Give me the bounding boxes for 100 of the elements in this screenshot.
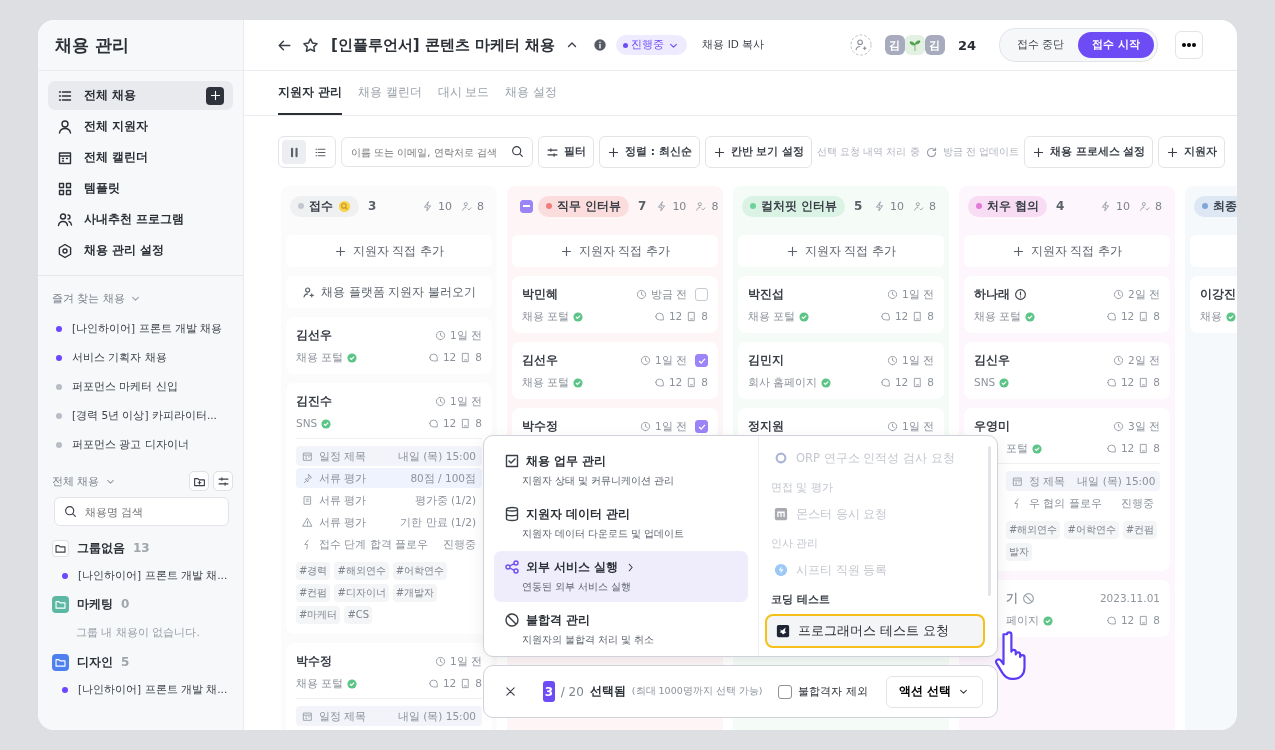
search-field[interactable]: 채용명 검색: [54, 497, 229, 526]
job-item[interactable]: [나인하이어] 프론트 개발 채...: [52, 676, 233, 704]
person-check-icon: [695, 200, 707, 212]
verified-icon: [821, 377, 832, 388]
source-label: 채용 포털: [522, 310, 570, 323]
card-checkbox[interactable]: [695, 420, 708, 433]
applicant-button[interactable]: 지원자: [1158, 136, 1226, 168]
reception-button[interactable]: 접수 시작: [1078, 32, 1154, 58]
nav-item[interactable]: 전체 지원자: [48, 112, 233, 141]
file-count: 8: [475, 351, 482, 364]
favorite-job-item[interactable]: 서비스 기획자 채용: [52, 343, 233, 372]
filter-button[interactable]: [213, 471, 233, 491]
group-heading: 코딩 테스트: [770, 592, 831, 607]
clock-icon: [434, 396, 446, 407]
detail-value: 내일 (목) 15:00: [397, 449, 476, 463]
verified-icon: [573, 377, 584, 388]
applicant-card[interactable]: 박수정 1일 전 채용 포털 12 8 일정 제목 내일 (목) 15:00: [286, 643, 492, 730]
comment-count: 12: [1120, 310, 1135, 323]
info-icon[interactable]: [593, 38, 608, 52]
sort-button[interactable]: 정렬 : 최신순: [599, 136, 700, 168]
favorite-job-item[interactable]: [나인하이어] 프론트 개발 채용: [52, 314, 233, 343]
applicant-card[interactable]: 김선우 1일 전 채용 포털 12 8: [286, 317, 492, 374]
stat-count: 10: [890, 199, 904, 213]
tag: #해외연수: [334, 562, 389, 580]
select-all-checkbox[interactable]: [520, 199, 533, 213]
action-select-button[interactable]: 액션 선택: [886, 675, 983, 708]
status-dropdown[interactable]: 진행중: [616, 35, 688, 55]
import-applicant-button[interactable]: 채용 플랫폼 지원자 불러오기: [286, 276, 492, 308]
copy-id-link[interactable]: 채용 ID 복사: [702, 38, 765, 52]
menu-item[interactable]: 지원자 데이터 관리 지원자 데이터 다운로드 및 업데이트: [494, 498, 748, 549]
favorite-job-item[interactable]: [경력 5년 이상] 카피라이터...: [52, 401, 233, 430]
applicant-card[interactable]: 김신우 2일 전 SNS 12 8: [964, 342, 1170, 399]
source-label: SNS: [974, 376, 996, 389]
menu-item[interactable]: 불합격 관리 지원자의 불합격 처리 및 취소: [494, 604, 748, 655]
applicant-card[interactable]: 김민지 1일 전 회사 홈페이지 12 8: [738, 342, 944, 399]
search-field[interactable]: 이름 또는 이메일, 연락처로 검색: [341, 137, 533, 167]
tag: #경력: [296, 562, 331, 580]
nav-item[interactable]: 채용 관리 설정: [48, 236, 233, 265]
service-item[interactable]: 프로그래머스 테스트 요청: [765, 614, 985, 648]
more-button[interactable]: [1175, 31, 1203, 59]
clock-icon: [1112, 355, 1124, 366]
status-dot: [62, 687, 68, 693]
avatar: 김: [924, 35, 945, 55]
star-icon[interactable]: [302, 36, 319, 54]
time-label: 2일 전: [1127, 354, 1160, 367]
add-applicant-button[interactable]: 지원자 직접 추가: [738, 235, 944, 267]
refresh-icon[interactable]: [924, 145, 938, 159]
applicant-card[interactable]: 하나래 2일 전 채용 포털 12 8: [964, 276, 1170, 333]
favorite-job-item[interactable]: 퍼포먼스 광고 디자이너: [52, 430, 233, 459]
nav-item[interactable]: 템플릿: [48, 174, 233, 203]
tab[interactable]: 지원자 관리: [278, 71, 342, 115]
filter-button[interactable]: 필터: [538, 136, 594, 168]
add-member-icon[interactable]: [849, 34, 872, 56]
menu-description: 지원자 상태 및 커뮤니케이션 관리: [521, 475, 676, 488]
applicant-card[interactable]: 박진섭 1일 전 채용 포털 12 8: [738, 276, 944, 333]
process-settings-button[interactable]: 채용 프로세스 설정: [1023, 136, 1154, 168]
search-face-icon: [338, 199, 351, 213]
detail-label: 서류 평가: [319, 515, 367, 529]
tag: #디자이너: [334, 584, 389, 602]
add-applicant-button[interactable]: 지원자 직접 추가: [512, 235, 718, 267]
card-checkbox[interactable]: [695, 354, 708, 367]
kanban-view-button[interactable]: [282, 140, 306, 164]
group-item[interactable]: 디자인 5: [52, 648, 233, 676]
verified-icon: [1043, 615, 1053, 626]
add-applicant-button[interactable]: 지원자 직접 추가: [286, 235, 492, 267]
card-checkbox[interactable]: [695, 288, 708, 301]
clock-icon: [1112, 289, 1124, 300]
applicant-card[interactable]: 김진수 1일 전 SNS 12 8 일정 제목 내일 (목) 15:00 서류 평가 80점 / 100점 서류 평가 평가중 (1/2) 서류 평가 기한 만료 (1/2) 접수 단계 합격 플로우 진행중 #경력 #해외연수 #어학연수 #컨펌 #디자이너 #개발자 #마케터 #CS: [286, 383, 492, 634]
menu-item[interactable]: 외부 서비스 실행 연동된 외부 서비스 실행: [494, 551, 748, 602]
pin-icon: [302, 472, 313, 484]
bolt-circle-icon: [774, 563, 788, 577]
document-icon: [302, 494, 313, 506]
tag: #CS: [344, 606, 373, 624]
phone-icon: [912, 377, 924, 388]
add-folder-button[interactable]: [189, 471, 209, 491]
group-item[interactable]: 그룹없음 13: [52, 534, 233, 562]
stat-count: 8: [477, 199, 484, 213]
job-item[interactable]: [나인하이어] 프론트 개발 채...: [52, 562, 233, 590]
hexagon-settings-icon: [57, 242, 73, 259]
selected-label: 선택됨: [589, 684, 626, 699]
add-applicant-button[interactable]: 지원자 직접 추가: [964, 235, 1170, 267]
reception-button[interactable]: 접수 중단: [1003, 32, 1079, 58]
nav-item[interactable]: 전체 캘린더: [48, 143, 233, 172]
kanban-settings-button[interactable]: 칸반 보기 설정: [704, 136, 812, 168]
verified-icon: [321, 418, 332, 429]
close-icon[interactable]: [504, 685, 517, 698]
plus-icon: [1166, 145, 1180, 159]
nav-item[interactable]: 사내추천 프로그램: [48, 205, 233, 234]
menu-item[interactable]: 채용 업무 관리 지원자 상태 및 커뮤니케이션 관리: [494, 445, 748, 496]
applicant-card[interactable]: 이강진 채용: [1190, 276, 1237, 333]
time-label: 1일 전: [449, 395, 482, 408]
warning-icon: [302, 516, 313, 528]
nav-item[interactable]: 전체 채용: [48, 81, 233, 110]
group-item[interactable]: 마케팅 0: [52, 590, 233, 618]
exclude-checkbox[interactable]: [778, 684, 793, 699]
applicant-card[interactable]: 박민혜 방금 전 채용 포털 12 8: [512, 276, 718, 333]
favorite-job-item[interactable]: 퍼포먼스 마케터 신입: [52, 372, 233, 401]
phone-icon: [460, 418, 472, 429]
applicant-card[interactable]: 김선우 1일 전 채용 포털 12 8: [512, 342, 718, 399]
add-button[interactable]: [206, 86, 224, 105]
